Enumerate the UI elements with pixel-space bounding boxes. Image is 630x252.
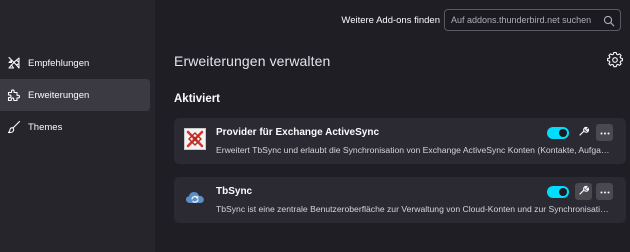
addon-name: Provider für Exchange ActiveSync (216, 127, 380, 138)
tools-gear-button[interactable] (605, 51, 625, 73)
sidebar-item-label: Erweiterungen (28, 89, 90, 101)
find-more-addons-label: Weitere Add-ons finden (341, 15, 440, 26)
section-title-enabled: Aktiviert (174, 93, 221, 105)
addon-more-options-button[interactable] (596, 183, 613, 200)
sidebar-item-recommendations[interactable]: Empfehlungen (0, 48, 150, 78)
addon-enable-toggle[interactable] (547, 186, 569, 198)
ellipsis-icon (600, 187, 610, 197)
addon-description: Erweitert TbSync und erlaubt die Synchro… (216, 145, 612, 155)
search-input[interactable] (451, 10, 601, 30)
search-icon[interactable] (603, 14, 615, 27)
addon-enable-toggle[interactable] (547, 127, 569, 139)
page-title: Erweiterungen verwalten (174, 53, 331, 69)
addon-description: TbSync ist eine zentrale Benutzeroberflä… (216, 204, 612, 214)
themes-brush-icon (7, 120, 21, 134)
sidebar-item-extensions[interactable]: Erweiterungen (0, 79, 150, 111)
sidebar-item-label: Themes (28, 121, 63, 133)
addon-preferences-button[interactable] (575, 124, 592, 141)
recommendations-icon (7, 56, 21, 70)
wrench-icon (578, 183, 590, 201)
addon-preferences-button[interactable] (575, 183, 592, 200)
addon-more-options-button[interactable] (596, 124, 613, 141)
gear-icon (607, 51, 623, 73)
addon-card[interactable]: TbSync TbSync ist eine zentrale Benutzer… (174, 177, 626, 223)
sidebar-item-themes[interactable]: Themes (0, 112, 150, 142)
addon-card[interactable]: Provider für Exchange ActiveSync Erweite… (174, 118, 626, 164)
ellipsis-icon (600, 128, 610, 138)
sidebar-item-label: Empfehlungen (28, 57, 90, 69)
exchange-activesync-icon (184, 128, 206, 150)
search-box[interactable] (444, 9, 621, 31)
tbsync-sync-icon (184, 187, 206, 209)
sidebar: Empfehlungen Erweiterungen Themes (0, 0, 155, 252)
extensions-icon (7, 88, 21, 102)
main-content: Weitere Add-ons finden Erweiterungen ver… (155, 0, 630, 252)
addon-name: TbSync (216, 186, 253, 197)
wrench-icon (578, 124, 590, 142)
